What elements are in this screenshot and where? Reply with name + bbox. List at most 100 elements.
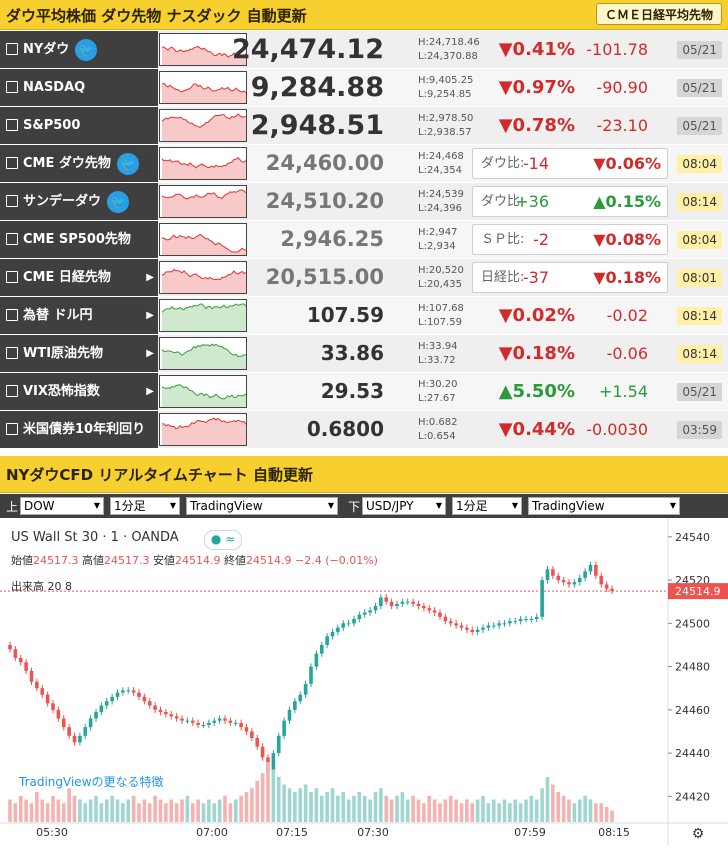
sparkline-chart[interactable] — [159, 109, 247, 142]
x-tick-label: 05:30 — [36, 826, 68, 839]
quote-name[interactable]: VIX恐怖指数 ▶ — [0, 373, 158, 410]
quote-name[interactable]: CME SP500先物 — [0, 221, 158, 258]
candle-body — [142, 696, 147, 702]
candle-body — [405, 601, 410, 603]
quote-name-label: CME SP500先物 — [23, 232, 131, 247]
chart-toggle-icon[interactable] — [6, 156, 18, 169]
quote-row[interactable]: CME 日経先物 ▶ 20,515.00 H:20,520 L:20,435 日経比: -3… — [0, 259, 728, 297]
chart-toggle-icon[interactable] — [6, 308, 18, 321]
candle-body — [594, 564, 598, 576]
chart-toggle-icon[interactable] — [6, 194, 18, 207]
volume-bar — [470, 803, 475, 822]
gear-icon[interactable]: ⚙ — [692, 826, 705, 842]
quote-name[interactable]: サンデーダウ 🐦 — [0, 183, 158, 220]
quote-row[interactable]: WTI原油先物 ▶ 33.86 H:33.94 L:33.72 ▼0.18% -0.06 08… — [0, 335, 728, 373]
quote-row[interactable]: 為替 ドル円 ▶ 107.59 H:107.68 L:107.59 ▼0.02% -0.02… — [0, 297, 728, 335]
chart-toggle-icon[interactable] — [6, 118, 18, 131]
quote-name[interactable]: NASDAQ — [0, 69, 158, 106]
upper-provider-select[interactable]: TradingView — [186, 497, 338, 515]
quote-row[interactable]: NYダウ 🐦 24,474.12 H:24,718.46 L:24,370.88 ▼0.4… — [0, 31, 728, 69]
candle-body — [427, 608, 432, 611]
sparkline-chart[interactable] — [159, 223, 247, 256]
volume-bar — [126, 799, 131, 822]
candle-body — [432, 610, 437, 613]
quote-name[interactable]: 為替 ドル円 ▶ — [0, 297, 158, 334]
chart-toggle-icon[interactable] — [6, 232, 18, 245]
chart-toggle-icon[interactable] — [6, 80, 18, 93]
quote-price: 2,946.25 — [280, 227, 384, 251]
market-header: ダウ平均株価 ダウ先物 ナスダック 自動更新 ＣＭＥ日経平均先物 — [0, 0, 728, 30]
upper-interval-select[interactable]: 1分足 — [110, 497, 180, 515]
quote-row[interactable]: サンデーダウ 🐦 24,510.20 H:24,539 L:24,396 ダウ比: +36 ▲… — [0, 183, 728, 221]
candle-body — [137, 692, 141, 697]
sparkline-chart[interactable] — [159, 337, 247, 370]
chart-status-indicator[interactable]: ● ≈ — [204, 530, 242, 550]
lower-symbol-select[interactable]: USD/JPY — [362, 497, 446, 515]
sparkline-chart[interactable] — [159, 413, 247, 446]
sparkline-chart[interactable] — [159, 299, 247, 332]
expand-arrow-icon[interactable]: ▶ — [146, 259, 154, 296]
twitter-icon[interactable]: 🐦 — [116, 152, 139, 175]
sparkline-chart[interactable] — [159, 261, 247, 294]
sparkline-chart[interactable] — [159, 185, 247, 218]
chart-toggle-icon[interactable] — [6, 422, 18, 435]
tradingview-chart[interactable]: 24420 24440 24460 24480 24500 24520 24540 24514… — [0, 518, 728, 845]
upper-symbol-select[interactable]: DOW — [20, 497, 104, 515]
quote-row[interactable]: S&P500 2,948.51 H:2,978.50 L:2,938.57 ▼0.78%… — [0, 107, 728, 145]
candle-body — [551, 569, 555, 576]
volume-bar — [427, 795, 432, 822]
volume-bar — [266, 762, 270, 822]
chart-toggle-icon[interactable] — [6, 42, 18, 55]
quote-name[interactable]: S&P500 — [0, 107, 158, 144]
quote-name[interactable]: CME ダウ先物 🐦 — [0, 145, 158, 182]
chart-toggle-icon[interactable] — [6, 346, 18, 359]
lower-provider-select[interactable]: TradingView — [528, 497, 680, 515]
candle-body — [491, 625, 496, 627]
quote-high: H:24,718.46 — [418, 37, 480, 48]
quote-time: 03:59 — [677, 421, 722, 439]
twitter-icon[interactable]: 🐦 — [107, 190, 130, 213]
quote-time: 08:14 — [677, 193, 722, 211]
sparkline-area — [162, 269, 246, 293]
quote-price: 33.86 — [320, 341, 384, 365]
volume-bar — [271, 769, 276, 822]
expand-arrow-icon[interactable]: ▶ — [146, 297, 154, 334]
volume-bar — [599, 803, 604, 822]
volume-bar — [223, 795, 227, 822]
candle-body — [217, 718, 222, 721]
volume-bar — [61, 803, 66, 822]
expand-arrow-icon[interactable]: ▶ — [146, 373, 154, 410]
comparison-change-pct: ▲0.15% — [593, 192, 661, 211]
sparkline-chart[interactable] — [159, 71, 247, 104]
quote-row[interactable]: VIX恐怖指数 ▶ 29.53 H:30.20 L:27.67 ▲5.50% +1.54 05… — [0, 373, 728, 411]
volume-bar — [153, 795, 157, 822]
chart-toggle-icon[interactable] — [6, 270, 18, 283]
chart-toggle-icon[interactable] — [6, 384, 18, 397]
quote-name-label: 米国債券10年利回り — [23, 422, 146, 437]
sparkline-chart[interactable] — [159, 375, 247, 408]
candle-body — [486, 625, 491, 628]
quote-name[interactable]: NYダウ 🐦 — [0, 31, 158, 68]
candle-body — [303, 683, 308, 695]
quote-low: L:20,435 — [418, 279, 462, 290]
comparison-label: ＳＰ比: — [481, 232, 525, 247]
lower-interval-select[interactable]: 1分足 — [452, 497, 522, 515]
volume-bar — [551, 784, 555, 822]
quote-row[interactable]: NASDAQ 9,284.88 H:9,405.25 L:9,254.85 ▼0.97%… — [0, 69, 728, 107]
quote-name[interactable]: 米国債券10年利回り — [0, 411, 158, 448]
quote-row[interactable]: CME SP500先物 2,946.25 H:2,947 L:2,934 ＳＰ比: -2 ▼… — [0, 221, 728, 259]
candle-body — [282, 720, 286, 736]
quote-row[interactable]: CME ダウ先物 🐦 24,460.00 H:24,468 L:24,354 ダウ比: -1… — [0, 145, 728, 183]
sparkline-chart[interactable] — [159, 147, 247, 180]
expand-arrow-icon[interactable]: ▶ — [146, 335, 154, 372]
twitter-icon[interactable]: 🐦 — [75, 38, 98, 61]
quote-name[interactable]: CME 日経先物 ▶ — [0, 259, 158, 296]
volume-last-value: 8 — [65, 580, 72, 593]
candle-body — [271, 753, 276, 771]
cme-nikkei-futures-button[interactable]: ＣＭＥ日経平均先物 — [595, 3, 722, 25]
comparison-diff: -14 — [522, 154, 549, 173]
quote-row[interactable]: 米国債券10年利回り 0.6800 H:0.682 L:0.654 ▼0.44% -0.0… — [0, 411, 728, 449]
quote-name[interactable]: WTI原油先物 ▶ — [0, 335, 158, 372]
quote-low: L:24,370.88 — [418, 51, 478, 62]
tradingview-features-link[interactable]: TradingViewの更なる特徴 — [19, 773, 164, 790]
